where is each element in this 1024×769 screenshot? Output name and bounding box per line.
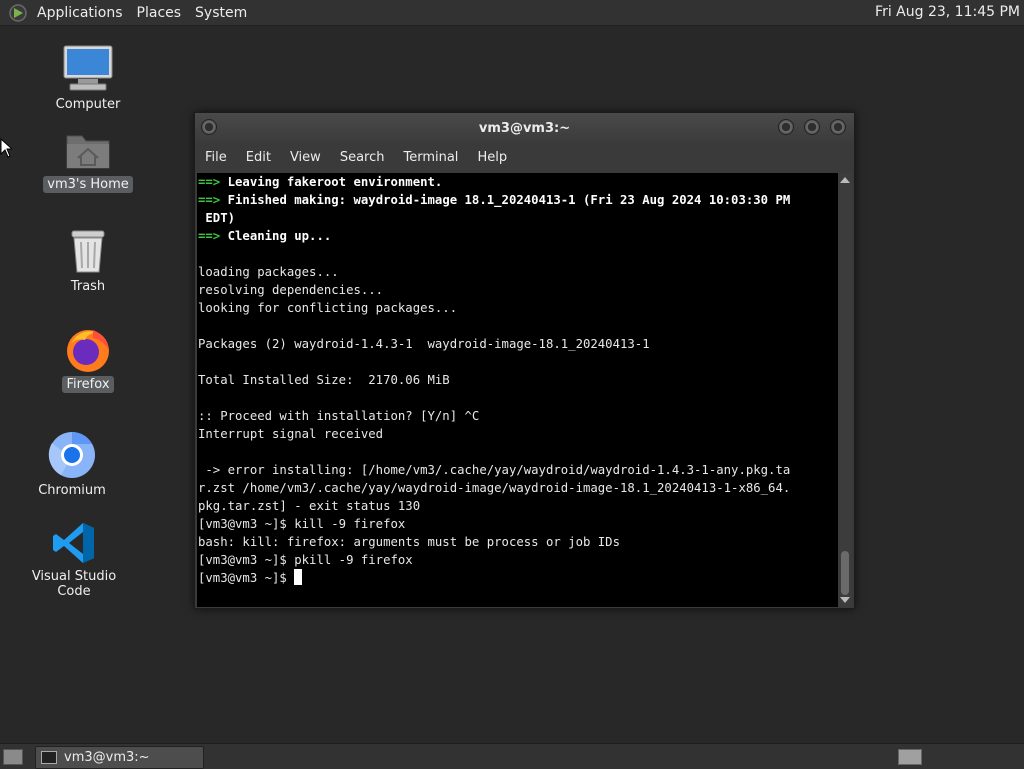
trash-icon: [71, 230, 105, 273]
desktop-icon-label: Firefox: [62, 376, 114, 393]
desktop-icon-vscode[interactable]: Visual Studio Code: [17, 520, 131, 600]
clock[interactable]: Fri Aug 23, 11:45 PM: [875, 4, 1020, 20]
desktop-icon-firefox[interactable]: Firefox: [33, 326, 143, 393]
terminal-line-text: pkg.tar.zst] - exit status 130: [198, 499, 421, 513]
terminal-line-text: EDT): [198, 211, 236, 225]
chromium-icon: [48, 432, 95, 478]
close-button[interactable]: [830, 119, 846, 135]
terminal-line: ==> Cleaning up...: [197, 227, 838, 245]
terminal-line: :: Proceed with installation? [Y/n] ^C: [197, 407, 838, 425]
terminal-prompt: [vm3@vm3 ~]$: [198, 571, 295, 585]
terminal-line: looking for conflicting packages...: [197, 299, 838, 317]
menu-terminal[interactable]: Terminal: [393, 150, 467, 165]
menu-edit[interactable]: Edit: [236, 150, 280, 165]
terminal-line: EDT): [197, 209, 838, 227]
minimize-button[interactable]: [778, 119, 794, 135]
terminal-line: resolving dependencies...: [197, 281, 838, 299]
main-menu: Applications Places System: [4, 3, 254, 23]
top-panel: Applications Places System Fri Aug 23, 1…: [0, 0, 1024, 26]
terminal-line-text: Finished making: waydroid-image 18.1_202…: [220, 193, 791, 207]
terminal-arrow: ==>: [198, 175, 221, 189]
desktop-icon-computer[interactable]: Computer: [33, 44, 143, 113]
menu-system[interactable]: System: [188, 5, 254, 21]
show-desktop-icon[interactable]: [3, 749, 23, 765]
terminal-line-text: Interrupt signal received: [198, 427, 384, 441]
terminal-line: [vm3@vm3 ~]$ pkill -9 firefox: [197, 551, 838, 569]
terminal-line-text: -> error installing: [/home/vm3/.cache/y…: [198, 463, 791, 477]
taskbar-item-label: vm3@vm3:~: [64, 750, 150, 765]
window-titlebar[interactable]: vm3@vm3:~: [195, 113, 854, 143]
terminal-line: Interrupt signal received: [197, 425, 838, 443]
desktop-icon-label: Chromium: [38, 483, 106, 498]
menu-search[interactable]: Search: [330, 150, 394, 165]
computer-icon: [63, 45, 113, 91]
terminal-line-text: [vm3@vm3 ~]$ kill -9 firefox: [198, 517, 406, 531]
scrollbar-thumb[interactable]: [841, 551, 849, 595]
terminal-line-text: Total Installed Size: 2170.06 MiB: [198, 373, 450, 387]
terminal-icon: [41, 751, 57, 764]
terminal-line-text: Leaving fakeroot environment.: [220, 175, 443, 189]
terminal-line: pkg.tar.zst] - exit status 130: [197, 497, 838, 515]
terminal-line-text: Cleaning up...: [220, 229, 332, 243]
terminal-line-text: :: Proceed with installation? [Y/n] ^C: [198, 409, 480, 423]
terminal-line-text: bash: kill: firefox: arguments must be p…: [198, 535, 620, 549]
terminal-scrollbar[interactable]: [838, 173, 852, 607]
terminal-prompt-line[interactable]: [vm3@vm3 ~]$: [197, 569, 838, 587]
terminal-line-text: r.zst /home/vm3/.cache/yay/waydroid-imag…: [198, 481, 791, 495]
distro-logo-icon[interactable]: [8, 3, 28, 23]
menu-file[interactable]: File: [195, 150, 236, 165]
vscode-icon: [53, 523, 94, 563]
terminal-line-text: looking for conflicting packages...: [198, 301, 458, 315]
terminal-output[interactable]: ==> Leaving fakeroot environment. ==> Fin…: [197, 173, 838, 607]
mouse-pointer-icon: [0, 138, 12, 158]
terminal-line: ==> Finished making: waydroid-image 18.1…: [197, 191, 838, 209]
desktop-icon-label: Visual Studio Code: [31, 569, 117, 599]
menu-view[interactable]: View: [280, 150, 330, 165]
menu-help[interactable]: Help: [467, 150, 516, 165]
menu-places[interactable]: Places: [130, 5, 189, 21]
bottom-panel: vm3@vm3:~: [0, 743, 1024, 769]
terminal-line-text: Packages (2) waydroid-1.4.3-1 waydroid-i…: [198, 337, 650, 351]
text-cursor: [294, 569, 303, 585]
menu-applications[interactable]: Applications: [30, 5, 130, 21]
terminal-line: -> error installing: [/home/vm3/.cache/y…: [197, 461, 838, 479]
desktop-icon-label: vm3's Home: [43, 176, 133, 193]
terminal-line-text: resolving dependencies...: [198, 283, 384, 297]
terminal-line: ==> Leaving fakeroot environment.: [197, 173, 838, 191]
window-title: vm3@vm3:~: [478, 121, 571, 136]
workspace-switcher[interactable]: [898, 749, 922, 765]
scroll-up-icon[interactable]: [840, 177, 850, 183]
firefox-icon: [67, 330, 109, 372]
maximize-button[interactable]: [804, 119, 820, 135]
desktop-icon-chromium[interactable]: Chromium: [17, 430, 127, 499]
scroll-down-icon[interactable]: [840, 597, 850, 603]
terminal-arrow: ==>: [198, 193, 221, 207]
desktop-icon-home[interactable]: vm3's Home: [33, 128, 143, 193]
terminal-line: bash: kill: firefox: arguments must be p…: [197, 533, 838, 551]
terminal-menubar: File Edit View Search Terminal Help: [195, 143, 854, 171]
terminal-line: Total Installed Size: 2170.06 MiB: [197, 371, 838, 389]
terminal-line-text: loading packages...: [198, 265, 339, 279]
home-folder-icon: [66, 135, 110, 169]
terminal-line-text: [vm3@vm3 ~]$ pkill -9 firefox: [198, 553, 413, 567]
terminal-line: r.zst /home/vm3/.cache/yay/waydroid-imag…: [197, 479, 838, 497]
terminal-line: loading packages...: [197, 263, 838, 281]
desktop-icon-trash[interactable]: Trash: [33, 228, 143, 295]
terminal-line: Packages (2) waydroid-1.4.3-1 waydroid-i…: [197, 335, 838, 353]
taskbar-item-terminal[interactable]: vm3@vm3:~: [35, 746, 204, 769]
terminal-line: [vm3@vm3 ~]$ kill -9 firefox: [197, 515, 838, 533]
desktop-icon-label: Computer: [55, 97, 121, 112]
desktop-icon-label: Trash: [70, 279, 106, 294]
terminal-window[interactable]: vm3@vm3:~ File Edit View Search Terminal…: [194, 112, 855, 609]
terminal-arrow: ==>: [198, 229, 221, 243]
